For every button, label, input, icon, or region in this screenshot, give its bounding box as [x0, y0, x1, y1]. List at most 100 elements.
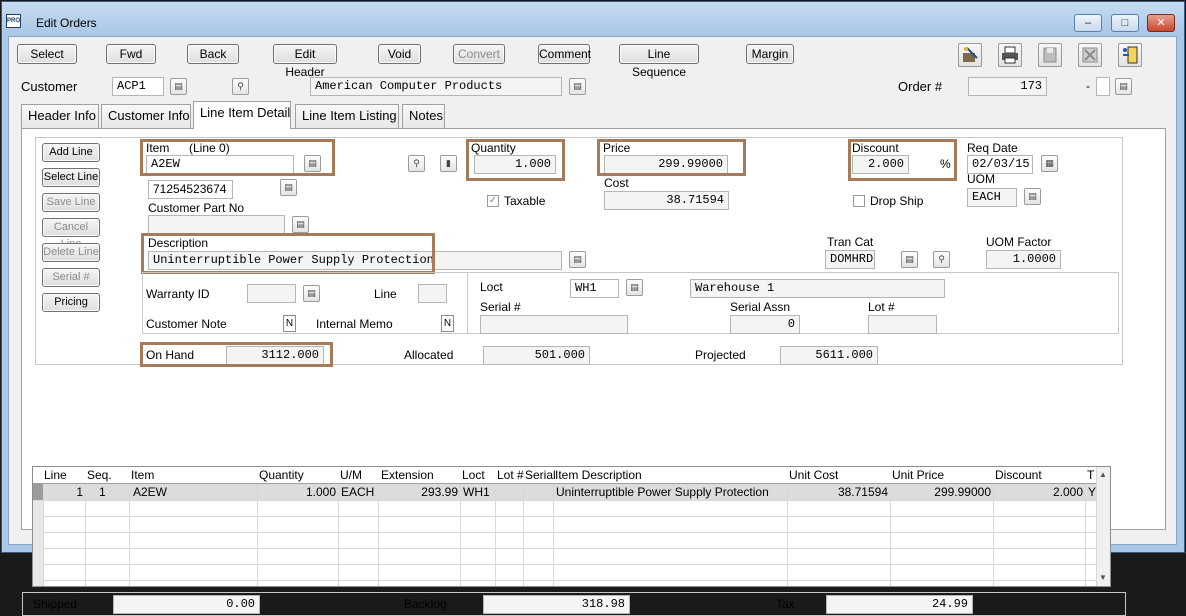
order-suffix-field[interactable] [1096, 77, 1110, 96]
grid-header-unit-cost[interactable]: Unit Cost [789, 467, 838, 483]
grid-header-lot[interactable]: Lot # [497, 467, 524, 483]
scroll-up-arrow-icon[interactable]: ▲ [1099, 470, 1107, 479]
line-sequence-button[interactable]: Line Sequence [619, 44, 699, 79]
lot-label: Lot # [868, 300, 895, 314]
grid-vertical-scrollbar[interactable]: ▲ ▼ [1096, 467, 1110, 586]
add-line-button[interactable]: Add Line [42, 143, 100, 162]
cell-extension[interactable]: 293.99 [378, 485, 458, 500]
uom-field[interactable]: EACH [967, 188, 1017, 207]
upc-lookup-icon[interactable]: ▤ [280, 179, 297, 196]
grid-header-line-col[interactable]: Line [44, 467, 67, 483]
save-disk-icon[interactable] [1038, 43, 1062, 67]
grid-header-t[interactable]: T [1087, 467, 1094, 483]
cell-unit-cost[interactable]: 38.71594 [787, 485, 888, 500]
customer-notes-icon[interactable]: ▤ [569, 78, 586, 95]
item-image-icon[interactable]: ▮ [440, 155, 457, 172]
minimize-button[interactable]: – [1074, 14, 1102, 32]
exit-door-icon[interactable] [1118, 43, 1142, 67]
delete-line-button[interactable]: Delete Line [42, 243, 100, 262]
comment-button[interactable]: Comment [538, 44, 591, 64]
cell-item-description[interactable]: Uninterruptible Power Supply Protection [556, 485, 769, 500]
taxable-checkbox[interactable]: ✓ [487, 195, 499, 207]
order-lookup-icon[interactable]: ▤ [1115, 78, 1132, 95]
grid-header-serial[interactable]: Serial [525, 467, 556, 483]
tab-header-info[interactable]: Header Info [21, 104, 99, 128]
grid-header-item-description[interactable]: Item Description [555, 467, 642, 483]
customer-search-icon[interactable]: ⚲ [232, 78, 249, 95]
window-title: Edit Orders [36, 16, 97, 30]
cell-um[interactable]: EACH [341, 485, 374, 500]
cell-quantity[interactable]: 1.000 [257, 485, 336, 500]
row-selector[interactable] [33, 484, 43, 500]
uom-lookup-icon[interactable]: ▤ [1024, 188, 1041, 205]
customer-part-field[interactable] [148, 215, 285, 234]
tab-line-item-listing[interactable]: Line Item Listing [295, 104, 399, 128]
loct-lookup-icon[interactable]: ▤ [626, 279, 643, 296]
grid-header-extension[interactable]: Extension [381, 467, 434, 483]
grid-header-discount[interactable]: Discount [995, 467, 1042, 483]
scroll-down-arrow-icon[interactable]: ▼ [1099, 573, 1107, 582]
convert-button[interactable]: Convert [453, 44, 505, 64]
cost-field: 38.71594 [604, 191, 729, 210]
select-line-button[interactable]: Select Line [42, 168, 100, 187]
serial-button[interactable]: Serial # [42, 268, 100, 287]
line-items-grid[interactable]: Line Seq. Item Quantity U/M Extension Lo… [32, 466, 1111, 587]
grid-header-unit-price[interactable]: Unit Price [892, 467, 944, 483]
tran-cat-lookup-icon[interactable]: ▤ [901, 251, 918, 268]
order-label: Order # [898, 79, 943, 94]
tab-customer-info[interactable]: Customer Info [101, 104, 191, 128]
title-bar[interactable]: PRO Edit Orders – □ ✕ [2, 2, 1184, 36]
loct-label: Loct [480, 280, 503, 294]
tab-notes[interactable]: Notes [402, 104, 445, 128]
cell-line[interactable]: 1 [43, 485, 83, 500]
cancel-x-icon[interactable] [1078, 43, 1102, 67]
void-button[interactable]: Void [378, 44, 421, 64]
wizard-icon[interactable] [958, 43, 982, 67]
grid-header-loct[interactable]: Loct [462, 467, 485, 483]
cell-discount[interactable]: 2.000 [993, 485, 1083, 500]
save-line-button[interactable]: Save Line [42, 193, 100, 212]
grid-header-seq[interactable]: Seq. [87, 467, 112, 483]
drop-ship-checkbox[interactable] [853, 195, 865, 207]
back-button[interactable]: Back [187, 44, 239, 64]
grid-header-um[interactable]: U/M [340, 467, 362, 483]
customer-code-field[interactable]: ACP1 [112, 77, 164, 96]
projected-label: Projected [695, 348, 746, 362]
grid-header-item[interactable]: Item [131, 467, 154, 483]
upc-field[interactable]: 71254523674 [148, 180, 233, 199]
customer-note-flag[interactable]: N [283, 315, 296, 332]
serial-field[interactable] [480, 315, 628, 334]
tran-cat-field[interactable]: DOMHRD [825, 250, 875, 269]
calendar-icon[interactable]: ▦ [1041, 155, 1058, 172]
order-number-field[interactable]: 173 [968, 77, 1047, 96]
tran-cat-search-icon[interactable]: ⚲ [933, 251, 950, 268]
internal-memo-flag[interactable]: N [441, 315, 454, 332]
edit-header-button[interactable]: Edit Header [273, 44, 337, 79]
printer-icon[interactable] [998, 43, 1022, 67]
customer-lookup-icon[interactable]: ▤ [170, 78, 187, 95]
close-button[interactable]: ✕ [1147, 14, 1175, 32]
cell-item[interactable]: A2EW [133, 485, 167, 500]
line-field[interactable] [418, 284, 447, 303]
fwd-button[interactable]: Fwd [106, 44, 156, 64]
lot-field[interactable] [868, 315, 937, 334]
grid-header-quantity[interactable]: Quantity [259, 467, 304, 483]
cell-loct[interactable]: WH1 [463, 485, 490, 500]
maximize-button[interactable]: □ [1111, 14, 1139, 32]
item-search-icon[interactable]: ⚲ [408, 155, 425, 172]
cell-unit-price[interactable]: 299.99000 [890, 485, 991, 500]
margin-button[interactable]: Margin [746, 44, 794, 64]
loct-field[interactable]: WH1 [570, 279, 619, 298]
select-button[interactable]: Select [17, 44, 77, 64]
description-notes-icon[interactable]: ▤ [569, 251, 586, 268]
cell-seq[interactable]: 1 [99, 485, 106, 500]
pricing-button[interactable]: Pricing [42, 293, 100, 312]
cancel-line-button[interactable]: Cancel Line [42, 218, 100, 250]
customer-part-icon[interactable]: ▤ [292, 216, 309, 233]
backlog-label: Backlog [404, 597, 447, 611]
projected-field: 5611.000 [780, 346, 878, 365]
warranty-lookup-icon[interactable]: ▤ [303, 285, 320, 302]
warranty-field[interactable] [247, 284, 296, 303]
tab-line-item-detail[interactable]: Line Item Detail [193, 101, 291, 129]
cell-t[interactable]: Y [1088, 485, 1096, 500]
